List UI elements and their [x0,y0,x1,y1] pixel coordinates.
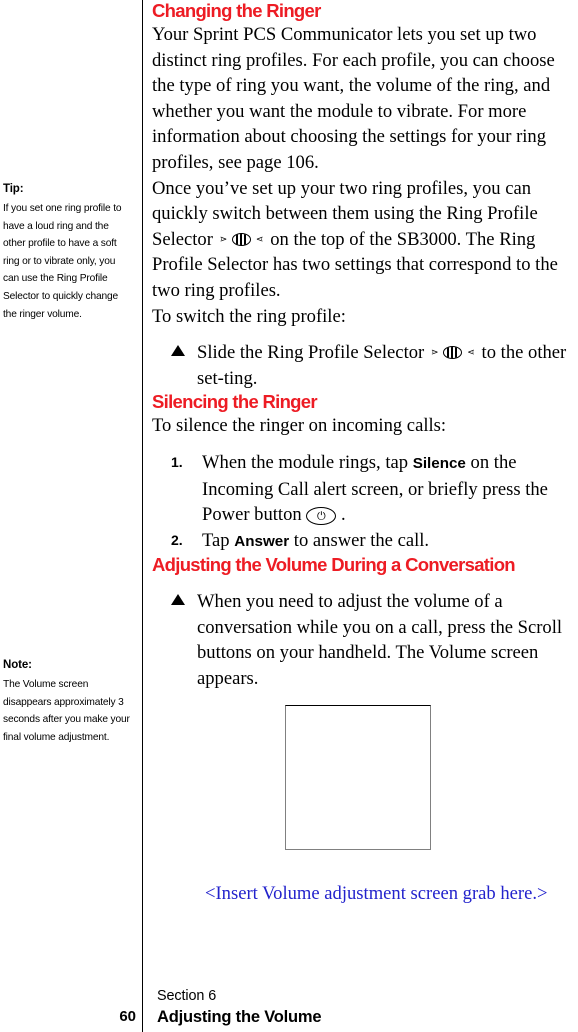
power-symbol-glyph: ⏻ [316,509,326,523]
ring-selector-arrow-left-icon: ⋗ [430,348,439,359]
ring-profile-selector-icon: ⋗ ⋖ [431,345,475,361]
sidebar-note-tip-title: Tip: [3,183,24,195]
step-1-text-a: When the module rings, tap [202,451,409,473]
footer-running-title: Adjusting the Volume [157,1008,322,1026]
main-content-column: Changing the Ringer Your Sprint PCS Comm… [152,0,578,988]
paragraph-ring-profile-selector: Once you’ve set up your two ring profile… [152,176,578,304]
triangle-bullet-icon [171,345,185,357]
footer-section-label: Section 6 [157,988,217,1004]
step-2-text-a: Tap [202,529,230,551]
power-button-icon: ⏻ [306,507,337,526]
heading-silencing-the-ringer: Silencing the Ringer [152,391,318,413]
paragraph-to-switch-ring-profile: To switch the ring profile: [152,305,346,327]
footer-running-head: Section 6 Adjusting the Volume [157,986,322,1028]
triangle-bullet-icon [171,594,185,606]
ring-selector-switch-icon [231,232,251,246]
sidebar-note-note: Note: The Volume screen disappears appro… [3,658,133,746]
paragraph-silence-ringer-intro: To silence the ringer on incoming calls: [152,415,447,437]
figure-placeholder-box [285,705,431,850]
ring-selector-arrow-right-icon: ⋖ [256,234,264,245]
bullet-item-adjust-volume-text: When you need to adjust the volume of a … [197,591,563,690]
ring-profile-selector-icon: ⋗ ⋖ [220,232,264,248]
step-1-emphasis-silence: Silence [412,454,466,472]
step-1-text-c: . [341,504,346,526]
footer-divider-rule [142,988,143,1032]
ring-selector-arrow-right-icon: ⋖ [467,348,475,359]
numbered-step-1: 1. When the module rings, tap Silence on… [171,450,578,528]
sidebar-note-note-title: Note: [3,659,32,671]
numbered-step-2: 2. Tap Answer to answer the call. [171,528,578,555]
ring-selector-switch-icon [442,346,462,360]
ring-selector-arrow-left-icon: ⋗ [219,234,228,245]
sidebar-note-note-body: The Volume screen disappears approximate… [3,679,130,743]
sidebar-margin-column: Tip: If you set one ring profile to have… [0,0,138,988]
bullet-item-slide-text-a: Slide the Ring Profile Selector [197,342,425,364]
sidebar-note-tip-body: If you set one ring profile to have a lo… [3,203,122,320]
step-2-text-b: to answer the call. [293,529,430,551]
sidebar-note-tip: Tip: If you set one ring profile to have… [3,182,133,323]
figure-placeholder-caption: <Insert Volume adjustment screen grab he… [205,883,548,904]
bullet-item-slide-ring-selector: Slide the Ring Profile Selector ⋗ ⋖ to t… [171,340,578,391]
step-2-number: 2. [171,531,183,548]
paragraph-ring-profile-selector-text-b: on the top of the SB3000. The Ring Profi… [152,228,558,301]
heading-changing-the-ringer: Changing the Ringer [152,0,321,21]
paragraph-ring-profiles-intro: Your Sprint PCS Communicator lets you se… [152,24,555,173]
heading-adjusting-the-volume: Adjusting the Volume During a Conversati… [152,554,516,576]
footer-page-number: 60 [119,1008,136,1025]
step-2-emphasis-answer: Answer [234,532,290,550]
step-1-number: 1. [171,453,183,470]
column-divider-rule [142,0,143,988]
bullet-item-adjust-volume: When you need to adjust the volume of a … [171,589,578,691]
